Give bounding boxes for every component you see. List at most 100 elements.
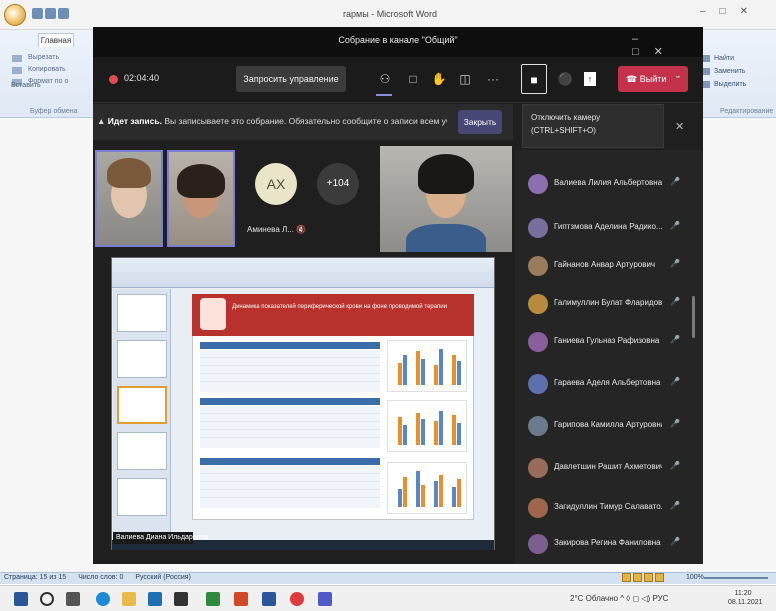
share-screen-icon[interactable]: ↑ [584, 72, 596, 86]
breakout-rooms-icon[interactable]: ◫ [456, 70, 474, 88]
excel-icon[interactable] [206, 592, 220, 606]
slide-thumbnail[interactable] [117, 340, 167, 378]
office-button[interactable] [4, 4, 26, 26]
editing-group-label: Редактирование [720, 108, 774, 115]
participant-video-tile[interactable] [380, 146, 512, 252]
explorer-icon[interactable] [122, 592, 136, 606]
participant-video-tile[interactable] [95, 150, 163, 247]
participant-row[interactable]: Гараева Аделя Альбертовна 🎤 [520, 372, 690, 396]
view-web-icon[interactable] [644, 573, 653, 582]
view-print-icon[interactable] [622, 573, 631, 582]
participant-name: Гараева Аделя Альбертовна [554, 378, 661, 387]
participant-avatar[interactable]: АХ [255, 163, 297, 205]
participant-avatar-icon [528, 374, 548, 394]
reactions-icon[interactable]: ✋ [430, 70, 448, 88]
redo-icon[interactable] [58, 8, 69, 19]
powerpoint-icon[interactable] [234, 592, 248, 606]
slide-thumbnail-selected[interactable] [117, 386, 167, 424]
participant-row[interactable]: Гарипова Камилла Артуровна 🎤 [520, 414, 690, 438]
participant-avatar-icon [528, 332, 548, 352]
shared-ppt-ribbon [112, 258, 494, 288]
zoom-slider[interactable] [704, 577, 768, 579]
participants-scrollbar[interactable] [692, 296, 695, 338]
participant-row[interactable]: Давлетшин Рашит Ахметович 🎤 [520, 456, 690, 480]
camera-toggle-button[interactable]: ■ [521, 64, 547, 94]
quick-access-toolbar[interactable] [32, 8, 90, 22]
slide-thumbnail[interactable] [117, 294, 167, 332]
save-icon[interactable] [32, 8, 43, 19]
participant-name: Закирова Регина Фаниловна [554, 538, 661, 547]
microphone-icon[interactable]: ⚫ [556, 70, 574, 88]
muted-microphone-icon: 🎤 [670, 461, 680, 470]
more-actions-icon[interactable]: ··· [484, 70, 502, 88]
search-icon[interactable] [40, 592, 54, 606]
word-icon[interactable] [262, 592, 276, 606]
status-language[interactable]: Русский (Россия) [135, 574, 191, 581]
request-control-button[interactable]: Запросить управление [236, 66, 346, 92]
close-panel-icon[interactable]: ✕ [675, 120, 684, 133]
replace-button[interactable]: Заменить [700, 65, 776, 78]
participant-row[interactable]: Валиева Лилия Альбертовна 🎤 [520, 172, 690, 196]
undo-icon[interactable] [45, 8, 56, 19]
system-tray[interactable]: 2°C Облачно ^ ◊ ◻ ◁) РУС [570, 592, 668, 606]
status-words[interactable]: Число слов: 0 [78, 574, 123, 581]
input-language[interactable]: РУС [652, 594, 668, 603]
teams-icon[interactable] [318, 592, 332, 606]
task-view-icon[interactable] [66, 592, 80, 606]
muted-microphone-icon: 🎤 [670, 221, 680, 230]
participant-row[interactable]: Закирова Регина Фаниловна 🎤 [520, 532, 690, 556]
status-page[interactable]: Страница: 15 из 15 [4, 574, 66, 581]
view-buttons[interactable] [622, 573, 682, 583]
participant-row[interactable]: Ганиева Гульназ Рафизовна 🎤 [520, 330, 690, 354]
muted-microphone-icon: 🎤 [670, 177, 680, 186]
chevron-down-icon[interactable]: ⌄ [674, 70, 682, 81]
table-section-header [200, 342, 380, 349]
recording-notice: Вы записываете это собрание. Обязательно… [164, 116, 447, 126]
participant-row[interactable]: Гиптзмова Аделина Радико... 🎤 [520, 216, 690, 240]
teams-window-controls[interactable]: –□✕ [632, 33, 698, 58]
participant-name: Ганиева Гульназ Рафизовна [554, 336, 660, 345]
participants-icon[interactable]: ⚇ [376, 70, 394, 88]
view-read-icon[interactable] [633, 573, 642, 582]
participant-avatar-name: Аминева Л... 🔇 [247, 225, 307, 234]
meeting-toolbar [93, 57, 703, 103]
zoom-level[interactable]: 100% [686, 572, 704, 584]
table-section-header [200, 398, 380, 405]
participant-row[interactable]: Загидуллин Тимур Салавато... 🎤 [520, 496, 690, 520]
slide-thumbnail[interactable] [117, 432, 167, 470]
cut-button[interactable]: Вырезать [10, 52, 90, 64]
chrome-icon[interactable] [290, 592, 304, 606]
ribbon-tab-home[interactable]: Главная [38, 33, 74, 47]
weather-label[interactable]: 2°C Облачно [570, 594, 618, 603]
store-icon[interactable] [148, 592, 162, 606]
view-outline-icon[interactable] [655, 573, 664, 582]
tooltip-shortcut: (CTRL+SHIFT+O) [531, 126, 596, 135]
paste-button[interactable]: Вставить [11, 82, 41, 89]
person-shoulders [406, 224, 486, 252]
participant-row[interactable]: Галимуллин Булат Фларидов... 🎤 [520, 292, 690, 316]
word-window-controls[interactable]: –□✕ [700, 6, 772, 22]
copy-button[interactable]: Копировать [10, 64, 90, 76]
participant-video-tile[interactable] [167, 150, 235, 247]
find-button[interactable]: Найти [700, 52, 776, 65]
clock[interactable]: 11:20 08.11.2021 [728, 589, 763, 607]
participant-avatar-icon [528, 416, 548, 436]
slide-logo [200, 298, 226, 330]
participant-name: Гиптзмова Аделина Радико... [554, 222, 662, 231]
muted-microphone-icon: 🎤 [670, 377, 680, 386]
participant-row[interactable]: Гайнанов Анвар Артурович 🎤 [520, 254, 690, 278]
edge-icon[interactable] [96, 592, 110, 606]
recording-status: Идет запись. [107, 116, 162, 126]
chat-icon[interactable]: □ [404, 70, 422, 88]
slide-header [192, 294, 474, 336]
slide-thumbnail[interactable] [117, 478, 167, 516]
meeting-title: Собрание в канале "Общий" [338, 35, 458, 45]
start-icon[interactable] [14, 592, 28, 606]
close-banner-button[interactable]: Закрыть [458, 110, 502, 134]
mini-bar-chart [387, 400, 467, 452]
camera-tooltip: Отключить камеру (CTRL+SHIFT+O) [522, 104, 664, 148]
select-button[interactable]: Выделить [700, 78, 776, 91]
more-participants-button[interactable]: +104 [317, 163, 359, 205]
app-icon[interactable] [174, 592, 188, 606]
participant-avatar-icon [528, 294, 548, 314]
